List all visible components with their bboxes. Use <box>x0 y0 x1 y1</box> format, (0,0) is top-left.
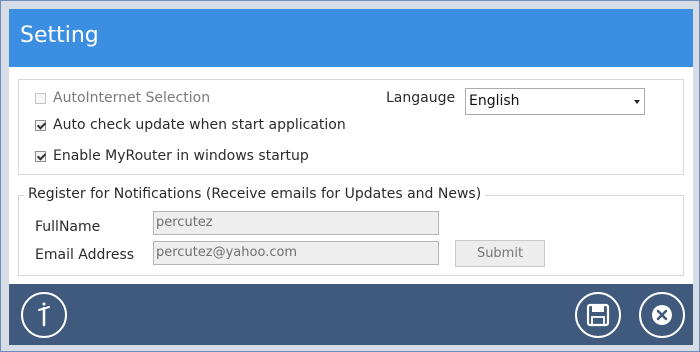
window-title: Setting <box>20 23 99 48</box>
info-button[interactable] <box>21 292 67 338</box>
settings-content: AutoInternet Selection Auto check update… <box>9 67 693 284</box>
email-value: percutez@yahoo.com <box>156 245 298 260</box>
footer-bar <box>9 284 693 345</box>
register-group-title: Register for Notifications (Receive emai… <box>24 186 486 202</box>
save-button[interactable] <box>575 292 621 338</box>
enable-startup-checkbox[interactable] <box>35 150 46 162</box>
auto-internet-label: AutoInternet Selection <box>53 90 211 106</box>
close-icon <box>652 305 672 325</box>
chevron-down-icon <box>634 100 640 104</box>
fullname-field[interactable]: percutez <box>153 211 439 235</box>
settings-window: Setting AutoInternet Selection Auto chec… <box>0 0 700 352</box>
email-field[interactable]: percutez@yahoo.com <box>153 241 439 265</box>
info-icon <box>38 302 50 327</box>
register-notifications-group: Register for Notifications (Receive emai… <box>18 186 684 276</box>
email-label: Email Address <box>35 247 135 263</box>
save-icon <box>586 303 610 327</box>
auto-internet-row[interactable]: AutoInternet Selection <box>35 88 210 108</box>
language-select[interactable]: English <box>465 88 645 115</box>
fullname-value: percutez <box>156 215 213 230</box>
enable-startup-row[interactable]: Enable MyRouter in windows startup <box>35 146 309 166</box>
auto-check-update-label: Auto check update when start application <box>53 117 346 133</box>
auto-check-update-row[interactable]: Auto check update when start application <box>35 115 346 135</box>
enable-startup-label: Enable MyRouter in windows startup <box>53 148 309 164</box>
submit-button[interactable]: Submit <box>455 240 545 267</box>
language-value: English <box>469 93 520 109</box>
general-settings-group: AutoInternet Selection Auto check update… <box>18 79 684 175</box>
auto-internet-checkbox[interactable] <box>35 92 46 104</box>
close-button[interactable] <box>639 292 685 338</box>
title-bar: Setting <box>9 9 693 67</box>
language-label: Langauge <box>386 90 456 106</box>
auto-check-update-checkbox[interactable] <box>35 119 46 131</box>
fullname-label: FullName <box>35 219 101 235</box>
